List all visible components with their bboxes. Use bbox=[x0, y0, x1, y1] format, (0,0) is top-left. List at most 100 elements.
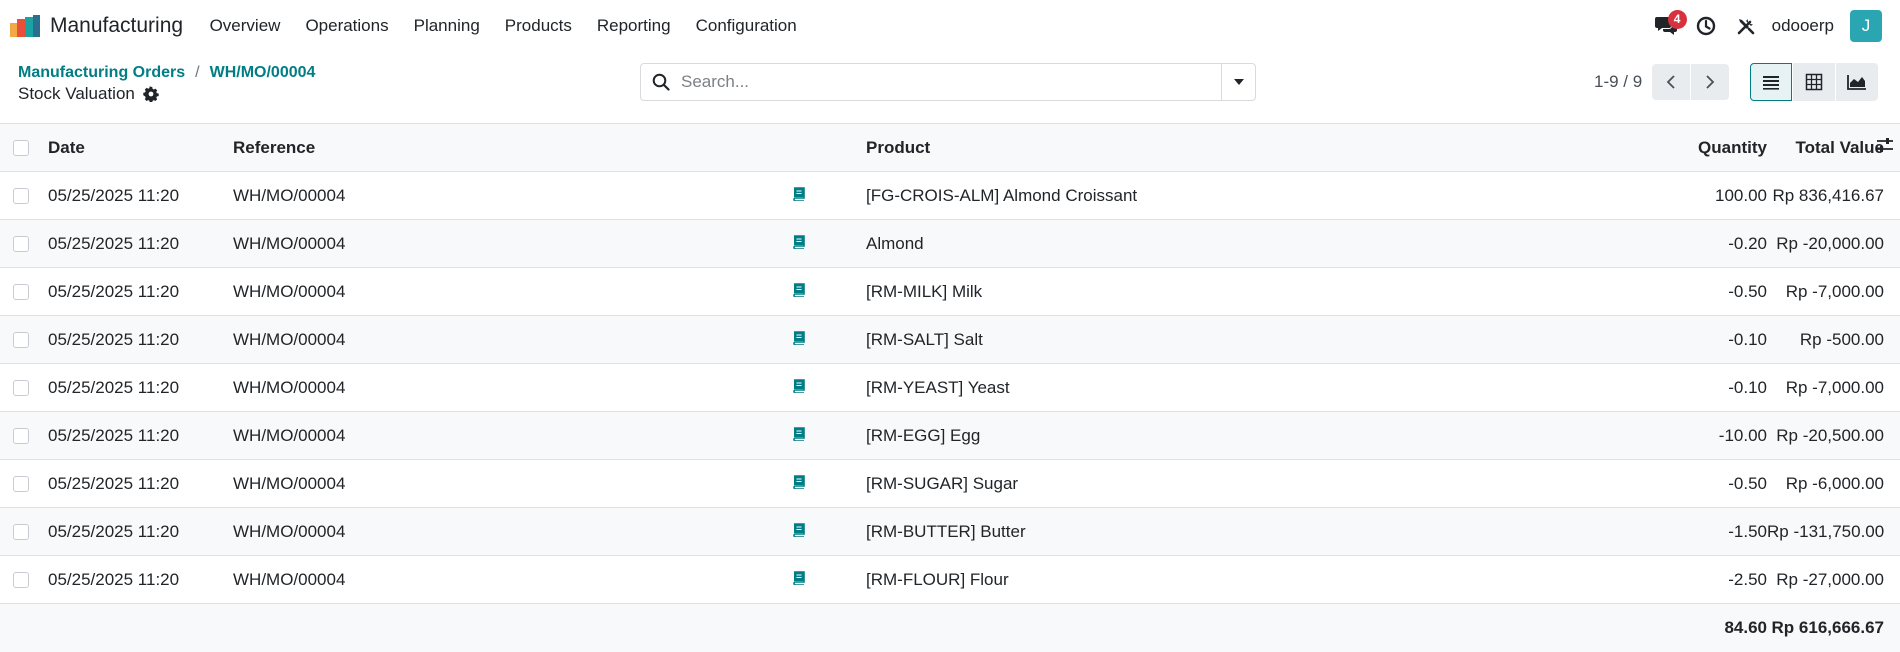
list-view-button[interactable] bbox=[1750, 63, 1792, 101]
row-reference: WH/MO/00004 bbox=[233, 425, 346, 445]
menu-configuration[interactable]: Configuration bbox=[683, 0, 809, 52]
caret-down-icon bbox=[1233, 79, 1244, 85]
list-icon bbox=[1763, 76, 1779, 90]
user-avatar[interactable]: J bbox=[1850, 10, 1882, 42]
row-checkbox[interactable] bbox=[13, 475, 29, 492]
row-reference: WH/MO/00004 bbox=[233, 473, 346, 493]
row-journal-cell bbox=[650, 556, 866, 604]
breadcrumb-mo-reference[interactable]: WH/MO/00004 bbox=[210, 64, 316, 82]
column-header-product[interactable]: Product bbox=[866, 124, 1626, 172]
breadcrumb-manufacturing-orders[interactable]: Manufacturing Orders bbox=[18, 64, 185, 82]
journal-book-icon[interactable] bbox=[791, 474, 806, 490]
row-total-value: Rp -131,750.00 bbox=[1767, 521, 1884, 541]
column-header-empty bbox=[650, 124, 866, 172]
row-journal-cell bbox=[650, 220, 866, 268]
table-row[interactable]: 05/25/2025 11:20 WH/MO/00004 [RM-SUGAR] … bbox=[0, 460, 1900, 508]
column-header-quantity[interactable]: Quantity bbox=[1626, 124, 1767, 172]
menu-products[interactable]: Products bbox=[492, 0, 584, 52]
row-quantity: -1.50 bbox=[1728, 521, 1767, 541]
row-reference: WH/MO/00004 bbox=[233, 569, 346, 589]
menu-reporting[interactable]: Reporting bbox=[584, 0, 683, 52]
row-checkbox[interactable] bbox=[13, 523, 29, 540]
table-row[interactable]: 05/25/2025 11:20 WH/MO/00004 [RM-BUTTER]… bbox=[0, 507, 1900, 556]
journal-book-icon[interactable] bbox=[791, 570, 806, 586]
database-name[interactable]: odooerp bbox=[1772, 16, 1834, 36]
top-navbar: Manufacturing Overview Operations Planni… bbox=[0, 0, 1900, 52]
messages-button[interactable]: 4 bbox=[1646, 0, 1687, 52]
row-select-cell bbox=[0, 460, 48, 508]
row-quantity: -0.20 bbox=[1728, 233, 1767, 253]
table-row[interactable]: 05/25/2025 11:20 WH/MO/00004 [RM-FLOUR] … bbox=[0, 556, 1900, 604]
column-header-total-value[interactable]: Total Value bbox=[1767, 124, 1885, 172]
menu-operations[interactable]: Operations bbox=[293, 0, 401, 52]
breadcrumb: Manufacturing Orders / WH/MO/00004 bbox=[18, 64, 315, 82]
total-value-sum: Rp 616,666.67 bbox=[1771, 617, 1884, 637]
table-row[interactable]: 05/25/2025 11:20 WH/MO/00004 [RM-EGG] Eg… bbox=[0, 411, 1900, 460]
table-row[interactable]: 05/25/2025 11:20 WH/MO/00004 Almond -0.2… bbox=[0, 219, 1900, 268]
row-product: [RM-SUGAR] Sugar bbox=[866, 473, 1019, 493]
menu-overview[interactable]: Overview bbox=[197, 0, 293, 52]
activities-button[interactable] bbox=[1686, 0, 1726, 52]
row-reference: WH/MO/00004 bbox=[233, 521, 346, 541]
journal-book-icon[interactable] bbox=[791, 330, 806, 346]
table-row[interactable]: 05/25/2025 11:20 WH/MO/00004 [RM-SALT] S… bbox=[0, 315, 1900, 364]
row-select-cell bbox=[0, 412, 48, 460]
row-date: 05/25/2025 11:20 bbox=[48, 377, 180, 397]
table-row[interactable]: 05/25/2025 11:20 WH/MO/00004 [RM-YEAST] … bbox=[0, 364, 1900, 412]
pager-value[interactable]: 1-9 / 9 bbox=[1594, 72, 1642, 92]
search-input[interactable] bbox=[681, 65, 1221, 99]
row-reference: WH/MO/00004 bbox=[233, 377, 346, 397]
app-name: Manufacturing bbox=[50, 14, 184, 37]
row-checkbox[interactable] bbox=[13, 187, 29, 204]
column-header-date[interactable]: Date bbox=[48, 124, 233, 172]
row-total-value: Rp -27,000.00 bbox=[1776, 569, 1884, 589]
row-checkbox[interactable] bbox=[13, 331, 29, 348]
clock-icon bbox=[1696, 16, 1715, 36]
row-date: 05/25/2025 11:20 bbox=[48, 569, 180, 589]
row-reference: WH/MO/00004 bbox=[233, 329, 346, 349]
search-options-toggle[interactable] bbox=[1221, 64, 1255, 100]
app-brand[interactable]: Manufacturing bbox=[10, 0, 183, 52]
pager-next-button[interactable] bbox=[1691, 64, 1730, 100]
journal-book-icon[interactable] bbox=[791, 282, 806, 298]
table-row[interactable]: 05/25/2025 11:20 WH/MO/00004 [RM-MILK] M… bbox=[0, 268, 1900, 316]
optional-columns-toggle[interactable] bbox=[1877, 124, 1900, 172]
menu-planning[interactable]: Planning bbox=[401, 0, 492, 52]
row-journal-cell bbox=[650, 412, 866, 460]
row-product: [FG-CROIS-ALM] Almond Croissant bbox=[866, 185, 1138, 205]
journal-book-icon[interactable] bbox=[791, 378, 806, 394]
journal-book-icon[interactable] bbox=[791, 234, 806, 250]
journal-book-icon[interactable] bbox=[791, 186, 806, 202]
gear-icon[interactable] bbox=[143, 86, 159, 102]
row-product: [RM-FLOUR] Flour bbox=[866, 569, 1009, 589]
graph-view-button[interactable] bbox=[1836, 63, 1878, 101]
select-all-checkbox[interactable] bbox=[13, 139, 29, 156]
debug-tools-button[interactable] bbox=[1726, 0, 1766, 52]
table-row[interactable]: 05/25/2025 11:20 WH/MO/00004 [FG-CROIS-A… bbox=[0, 172, 1900, 220]
row-product: [RM-EGG] Egg bbox=[866, 425, 981, 445]
row-date: 05/25/2025 11:20 bbox=[48, 329, 180, 349]
pager-previous-button[interactable] bbox=[1652, 64, 1691, 100]
table-grid-icon bbox=[1805, 73, 1823, 91]
row-total-value: Rp 836,416.67 bbox=[1772, 185, 1884, 205]
row-date: 05/25/2025 11:20 bbox=[48, 425, 180, 445]
main-menu: Overview Operations Planning Products Re… bbox=[197, 0, 809, 52]
pivot-view-button[interactable] bbox=[1793, 63, 1835, 101]
row-checkbox[interactable] bbox=[13, 235, 29, 252]
journal-book-icon[interactable] bbox=[791, 426, 806, 442]
row-date: 05/25/2025 11:20 bbox=[48, 521, 180, 541]
row-checkbox[interactable] bbox=[13, 427, 29, 444]
row-checkbox[interactable] bbox=[13, 571, 29, 588]
page-title-text: Stock Valuation bbox=[18, 84, 135, 103]
select-all-cell bbox=[0, 124, 48, 172]
row-checkbox[interactable] bbox=[13, 379, 29, 396]
row-quantity: -0.10 bbox=[1728, 377, 1767, 397]
journal-book-icon[interactable] bbox=[791, 522, 806, 538]
messages-badge: 4 bbox=[1667, 10, 1687, 29]
pager: 1-9 / 9 bbox=[1594, 64, 1730, 100]
search-icon-wrap bbox=[641, 73, 681, 91]
table-totals-row: 84.60 Rp 616,666.67 bbox=[0, 603, 1900, 652]
column-header-reference[interactable]: Reference bbox=[233, 124, 650, 172]
row-date: 05/25/2025 11:20 bbox=[48, 473, 180, 493]
row-checkbox[interactable] bbox=[13, 283, 29, 300]
